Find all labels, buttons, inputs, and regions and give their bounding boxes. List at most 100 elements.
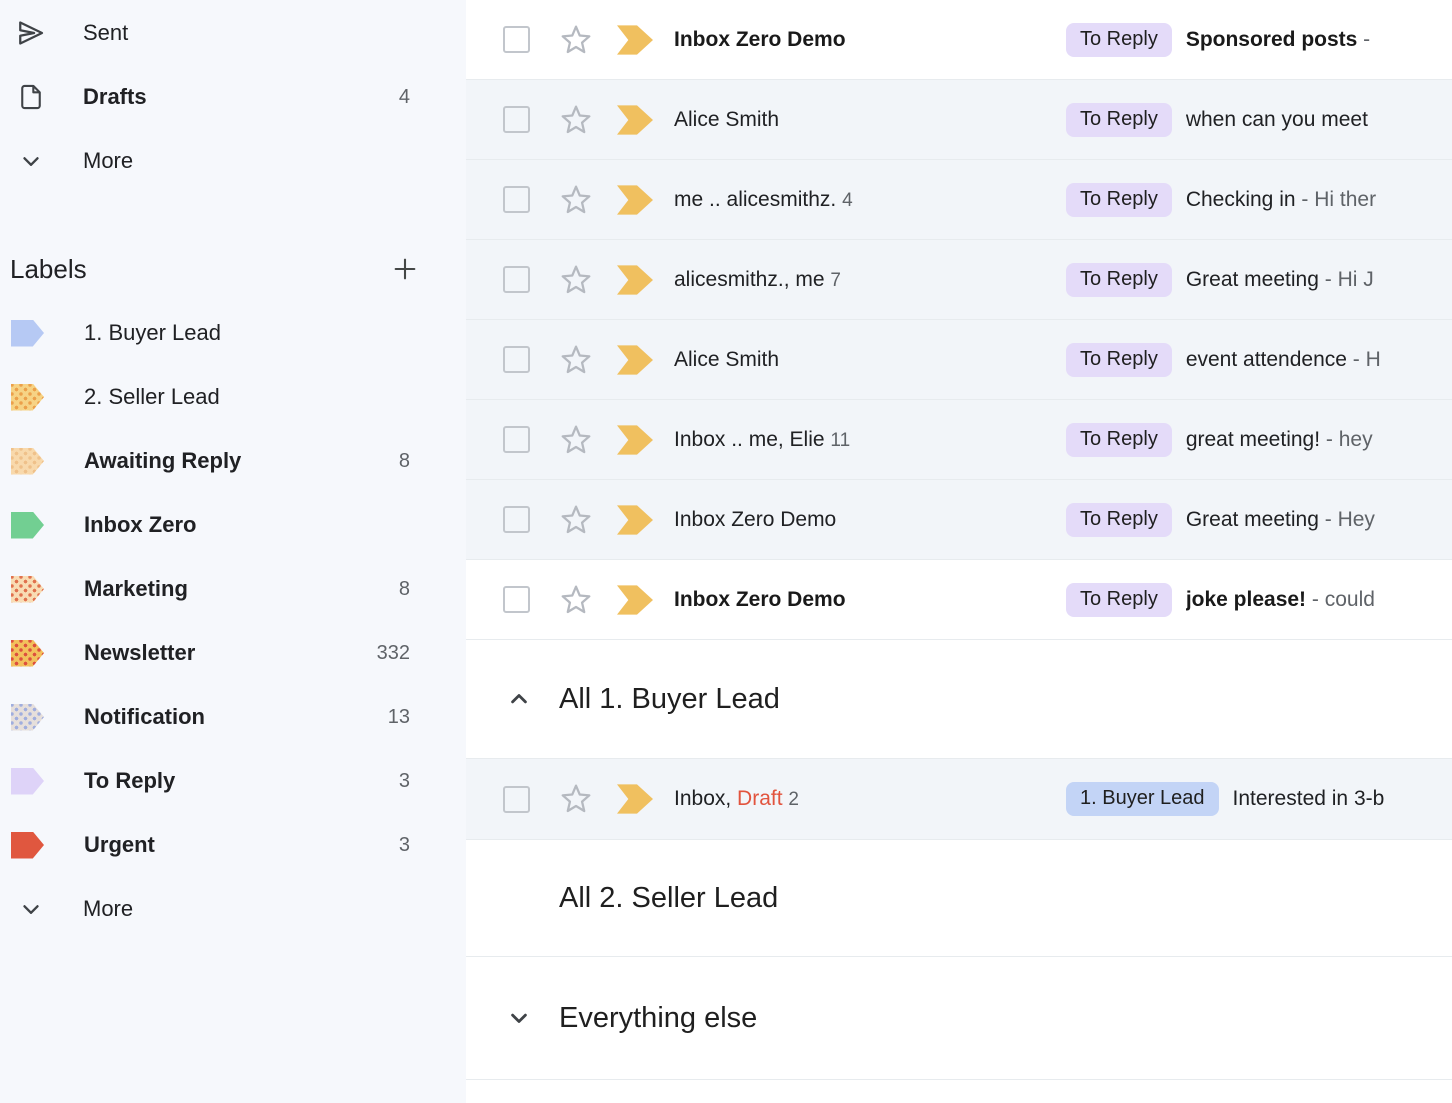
select-checkbox[interactable] <box>503 586 530 613</box>
email-row[interactable]: Inbox Zero Demo To Reply joke please! - … <box>466 560 1452 640</box>
label-badge-to-reply[interactable]: To Reply <box>1066 503 1172 537</box>
importance-marker-icon[interactable] <box>617 105 653 135</box>
importance-marker-icon[interactable] <box>617 345 653 375</box>
draft-label: Draft <box>737 787 783 810</box>
chevron-up-icon[interactable] <box>505 685 533 713</box>
email-row[interactable]: Inbox Zero Demo To Reply Sponsored posts… <box>466 0 1452 80</box>
select-checkbox[interactable] <box>503 186 530 213</box>
star-icon[interactable] <box>560 104 592 136</box>
sender: Inbox Zero Demo <box>674 508 1066 532</box>
email-row[interactable]: Inbox Zero Demo To Reply Great meeting -… <box>466 480 1452 560</box>
label-count: 332 <box>377 642 410 665</box>
email-row[interactable]: me .. alicesmithz. 4 To Reply Checking i… <box>466 160 1452 240</box>
sidebar-label-awaiting-reply[interactable]: Awaiting Reply 8 <box>0 429 466 493</box>
subject-snippet: Interested in 3-b <box>1233 787 1452 811</box>
label-count: 8 <box>399 450 410 473</box>
label-name: Urgent <box>84 832 399 858</box>
sidebar-label-to-reply[interactable]: To Reply 3 <box>0 749 466 813</box>
label-tag-icon <box>11 640 44 667</box>
subject-snippet: joke please! - could <box>1186 588 1452 612</box>
chevron-down-icon[interactable] <box>505 1004 533 1032</box>
sidebar-item-sent[interactable]: Sent <box>0 1 466 65</box>
importance-marker-icon[interactable] <box>617 784 653 814</box>
label-badge-to-reply[interactable]: To Reply <box>1066 263 1172 297</box>
sidebar-label-newsletter[interactable]: Newsletter 332 <box>0 621 466 685</box>
label-badge-to-reply[interactable]: To Reply <box>1066 343 1172 377</box>
section-title: All 2. Seller Lead <box>559 882 778 915</box>
subject-snippet: Sponsored posts - <box>1186 28 1452 52</box>
gmail-app: Sent Drafts 4 More Labels <box>0 0 1452 1103</box>
star-icon[interactable] <box>560 264 592 296</box>
email-row[interactable]: Inbox .. me, Elie 11 To Reply great meet… <box>466 400 1452 480</box>
star-icon[interactable] <box>560 584 592 616</box>
importance-marker-icon[interactable] <box>617 265 653 295</box>
star-icon[interactable] <box>560 184 592 216</box>
select-checkbox[interactable] <box>503 786 530 813</box>
importance-marker-icon[interactable] <box>617 425 653 455</box>
chevron-down-icon <box>14 892 48 926</box>
label-name: 2. Seller Lead <box>84 384 410 410</box>
label-badge-to-reply[interactable]: To Reply <box>1066 423 1172 457</box>
sidebar-label-marketing[interactable]: Marketing 8 <box>0 557 466 621</box>
send-icon <box>14 16 48 50</box>
importance-marker-icon[interactable] <box>617 25 653 55</box>
label-badge-to-reply[interactable]: To Reply <box>1066 23 1172 57</box>
label-badge-to-reply[interactable]: To Reply <box>1066 103 1172 137</box>
sender: alicesmithz., me 7 <box>674 268 1066 292</box>
label-tag-icon <box>11 768 44 795</box>
sidebar-label-buyer-lead[interactable]: 1. Buyer Lead <box>0 301 466 365</box>
sidebar-label-seller-lead[interactable]: 2. Seller Lead <box>0 365 466 429</box>
star-icon[interactable] <box>560 424 592 456</box>
sidebar-label-notification[interactable]: Notification 13 <box>0 685 466 749</box>
select-checkbox[interactable] <box>503 426 530 453</box>
section-header-buyer-lead: All 1. Buyer Lead <box>466 640 1452 758</box>
sender: me .. alicesmithz. 4 <box>674 188 1066 212</box>
star-icon[interactable] <box>560 344 592 376</box>
select-checkbox[interactable] <box>503 346 530 373</box>
section-header-seller-lead: All 2. Seller Lead <box>466 840 1452 957</box>
star-icon[interactable] <box>560 24 592 56</box>
label-tag-icon <box>11 512 44 539</box>
sidebar-item-more[interactable]: More <box>0 129 466 193</box>
sender: Inbox Zero Demo <box>674 28 1066 52</box>
select-checkbox[interactable] <box>503 106 530 133</box>
email-row[interactable]: Alice Smith To Reply event attendence - … <box>466 320 1452 400</box>
select-checkbox[interactable] <box>503 266 530 293</box>
sidebar-label-inbox-zero[interactable]: Inbox Zero <box>0 493 466 557</box>
label-badge-to-reply[interactable]: To Reply <box>1066 583 1172 617</box>
importance-marker-icon[interactable] <box>617 185 653 215</box>
draft-icon <box>14 80 48 114</box>
label-tag-icon <box>11 320 44 347</box>
chevron-down-icon <box>14 144 48 178</box>
star-icon[interactable] <box>560 783 592 815</box>
sidebar-label-urgent[interactable]: Urgent 3 <box>0 813 466 877</box>
label-badge-buyer-lead[interactable]: 1. Buyer Lead <box>1066 782 1219 816</box>
star-icon[interactable] <box>560 504 592 536</box>
email-row-buyer-lead[interactable]: Inbox, Draft 2 1. Buyer Lead Interested … <box>466 758 1452 840</box>
importance-marker-icon[interactable] <box>617 505 653 535</box>
select-checkbox[interactable] <box>503 506 530 533</box>
labels-title: Labels <box>10 254 388 285</box>
label-name: Marketing <box>84 576 399 602</box>
select-checkbox[interactable] <box>503 26 530 53</box>
importance-marker-icon[interactable] <box>617 585 653 615</box>
sender: Alice Smith <box>674 348 1066 372</box>
label-name: 1. Buyer Lead <box>84 320 410 346</box>
subject-snippet: when can you meet <box>1186 108 1452 132</box>
sidebar-item-label: Drafts <box>83 84 399 110</box>
email-row[interactable]: Alice Smith To Reply when can you meet <box>466 80 1452 160</box>
section-title: All 1. Buyer Lead <box>559 683 780 716</box>
email-row[interactable]: alicesmithz., me 7 To Reply Great meetin… <box>466 240 1452 320</box>
sidebar: Sent Drafts 4 More Labels <box>0 0 466 1103</box>
sidebar-item-drafts[interactable]: Drafts 4 <box>0 65 466 129</box>
label-count: 3 <box>399 770 410 793</box>
label-tag-icon <box>11 704 44 731</box>
label-name: Inbox Zero <box>84 512 410 538</box>
subject-snippet: Great meeting - Hey <box>1186 508 1452 532</box>
sidebar-item-label: More <box>83 148 410 174</box>
sidebar-labels-more[interactable]: More <box>0 877 466 941</box>
create-label-plus-icon[interactable] <box>388 252 422 286</box>
sidebar-item-label: More <box>83 896 410 922</box>
label-badge-to-reply[interactable]: To Reply <box>1066 183 1172 217</box>
section-header-everything-else: Everything else <box>466 957 1452 1080</box>
